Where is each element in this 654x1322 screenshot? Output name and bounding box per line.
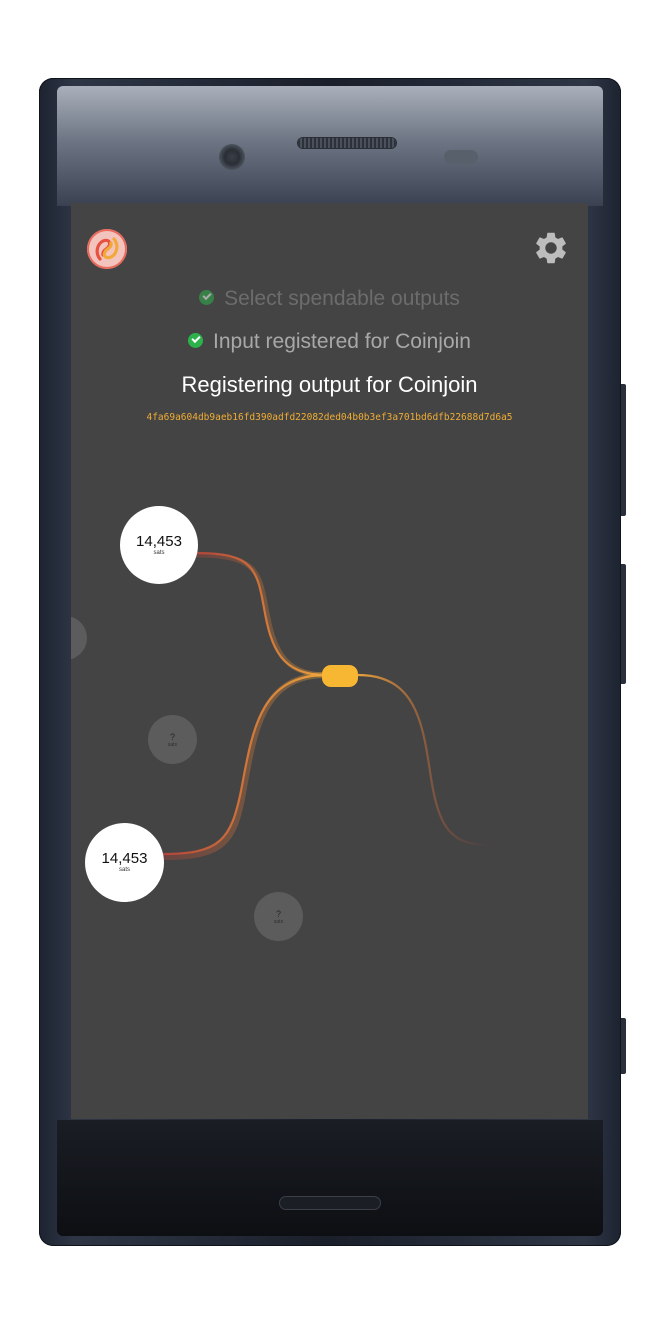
- amount-unit: sats: [273, 918, 284, 925]
- amount-unit: sats: [118, 867, 130, 873]
- unknown-output-bubble: ? sats: [148, 715, 197, 764]
- input-amount-bubble[interactable]: 14,453 sats: [85, 823, 164, 902]
- bottom-speaker: [279, 1196, 381, 1210]
- amount-value: 14,453: [136, 532, 182, 550]
- phone-top-bezel: [57, 86, 603, 206]
- input-amount-bubble[interactable]: 14,453 sats: [120, 506, 198, 584]
- flow-line-input-2: [162, 672, 327, 860]
- coinjoin-flow-graph: [162, 551, 490, 860]
- earpiece-speaker: [298, 138, 396, 148]
- flow-line-output: [357, 673, 490, 847]
- amount-value: ?: [169, 731, 175, 742]
- front-camera: [219, 144, 245, 170]
- flow-line-input-1: [195, 551, 327, 678]
- app-screen: Select spendable outputs Input registere…: [71, 203, 588, 1119]
- amount-value: ?: [275, 908, 281, 919]
- phone-bottom-bezel: [57, 1120, 603, 1236]
- amount-unit: sats: [167, 741, 178, 748]
- unknown-output-bubble: ? sats: [254, 892, 303, 941]
- proximity-sensor: [444, 150, 478, 164]
- power-button: [621, 564, 626, 684]
- amount-value: 14,453: [101, 850, 148, 867]
- camera-button: [621, 1018, 626, 1074]
- volume-button: [621, 384, 626, 516]
- coinjoin-hub-node: [322, 665, 358, 687]
- amount-unit: sats: [153, 549, 165, 556]
